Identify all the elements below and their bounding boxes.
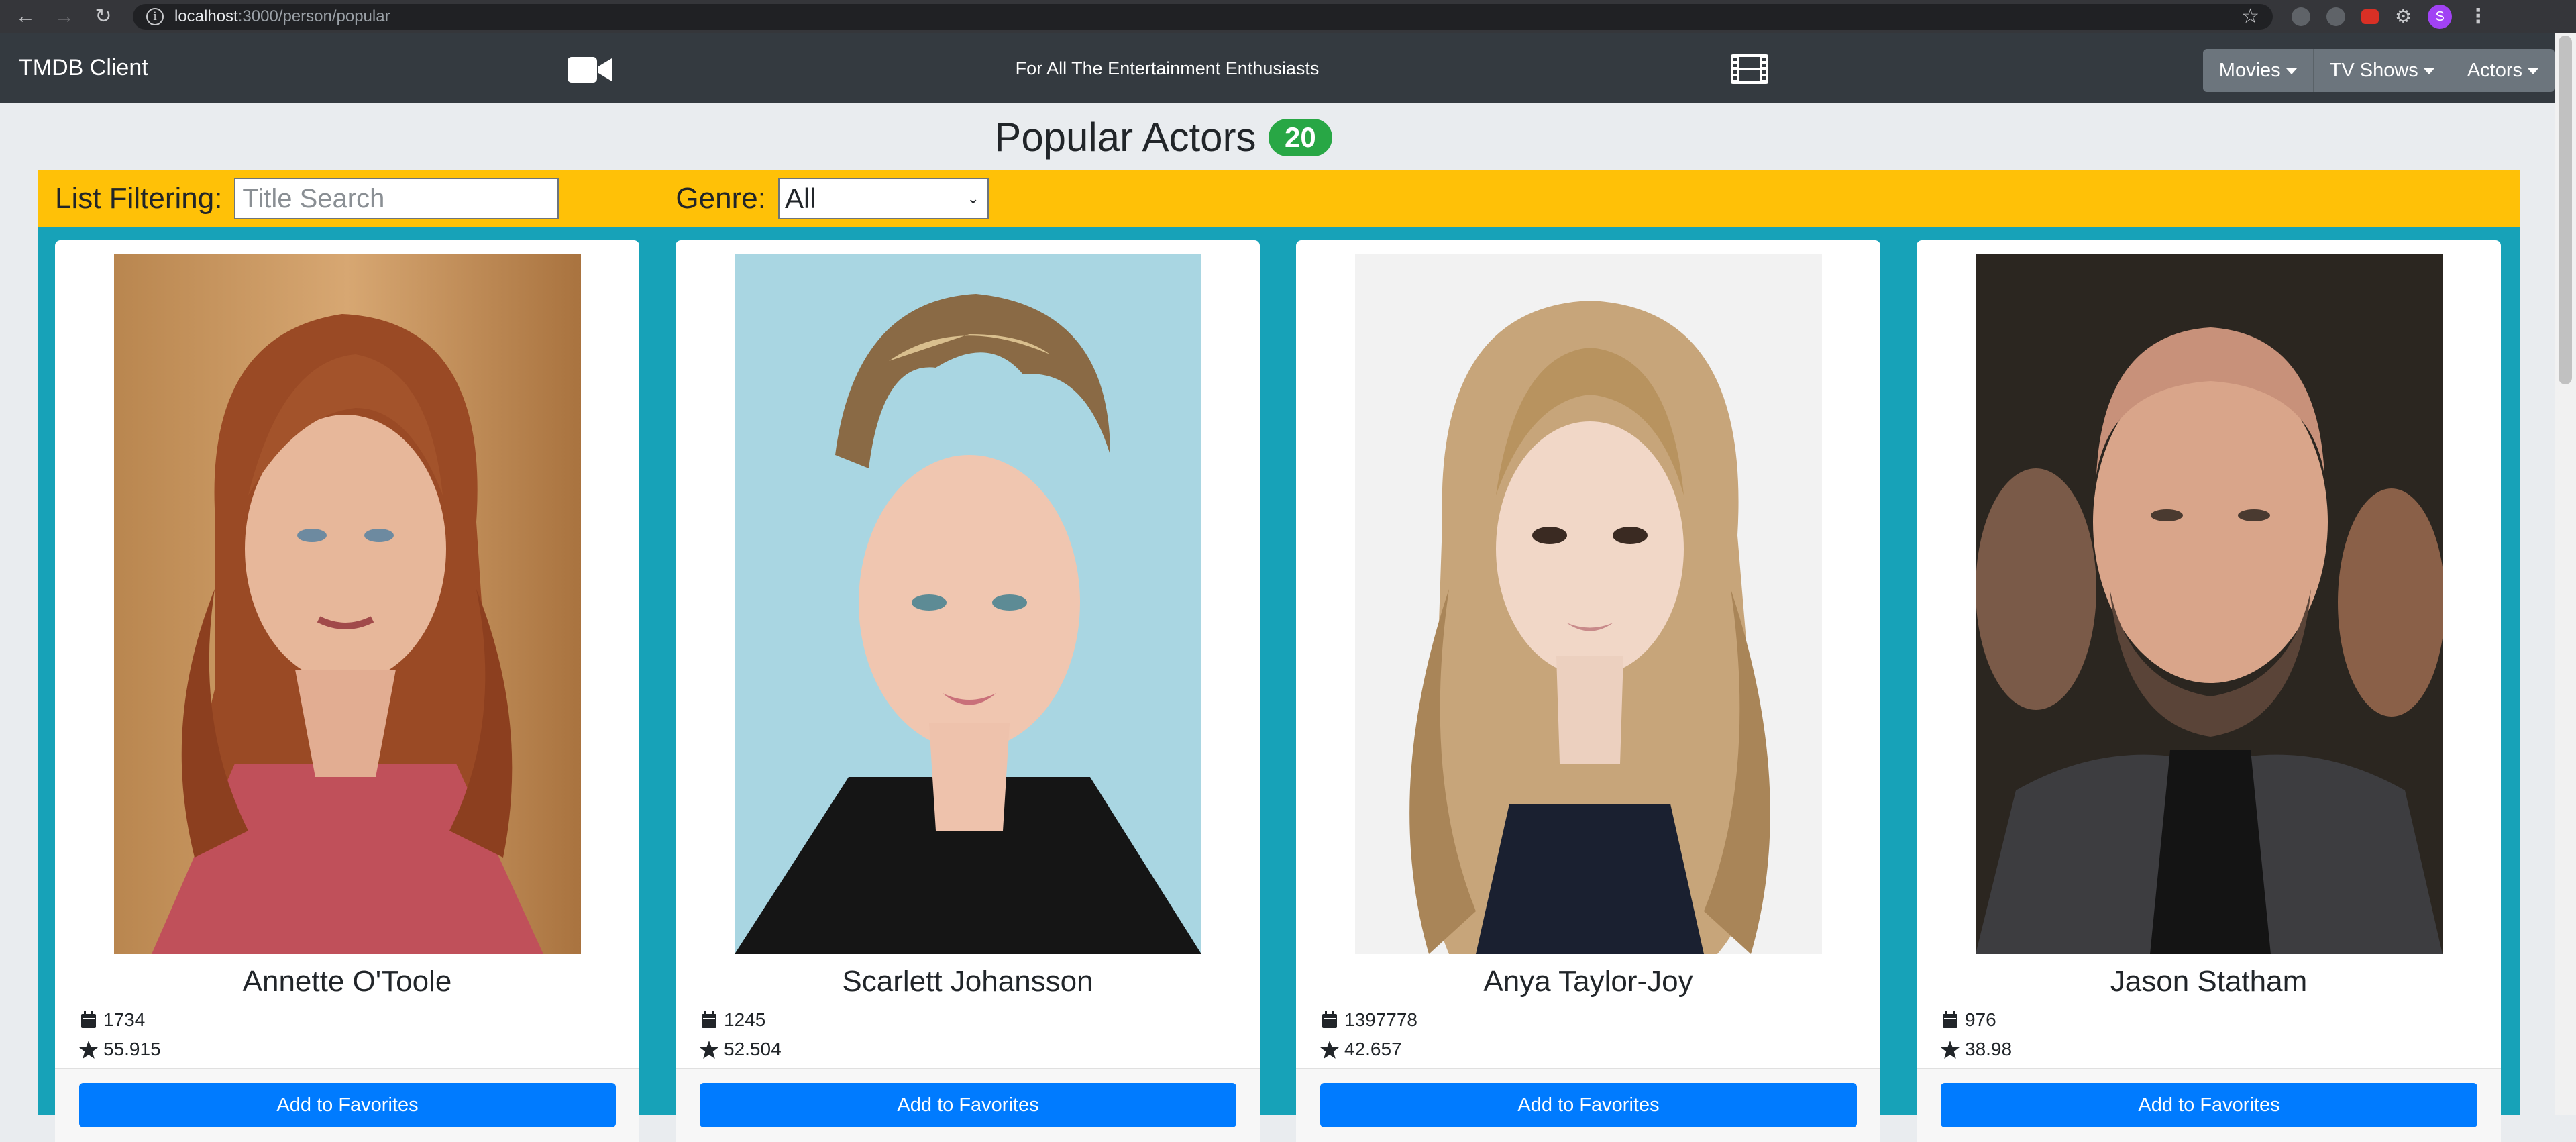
genre-select[interactable]: All ⌄ — [777, 178, 989, 219]
actor-card: Anya Taylor-Joy 1397778 42.657 Add to Fa… — [1296, 240, 1880, 1142]
actor-popularity: 55.915 — [79, 1039, 161, 1060]
address-bar[interactable]: i localhost:3000/person/popular ☆ — [133, 3, 2273, 30]
calendar-icon — [79, 1011, 98, 1029]
actor-card: Annette O'Toole 1734 55.915 Add to Favor… — [55, 240, 639, 1142]
page-heading: Popular Actors 20 — [0, 114, 2555, 160]
actor-photo[interactable] — [114, 254, 581, 954]
caret-down-icon — [2286, 68, 2297, 74]
movies-dropdown[interactable]: Movies — [2202, 49, 2314, 92]
title-search-input[interactable] — [234, 178, 559, 219]
caret-down-icon — [2528, 68, 2538, 74]
extension-icon[interactable] — [2292, 7, 2310, 26]
tagline: For All The Entertainment Enthusiasts — [1015, 58, 1320, 79]
page-title: Popular Actors — [994, 115, 1256, 160]
app-navbar: TMDB Client For All The Entertainment En… — [0, 33, 2555, 103]
add-to-favorites-button[interactable]: Add to Favorites — [700, 1083, 1236, 1127]
actor-id: 976 — [1941, 1009, 1996, 1031]
add-to-favorites-button[interactable]: Add to Favorites — [1941, 1083, 2477, 1127]
filter-bar: List Filtering: Genre: All ⌄ — [38, 170, 2520, 227]
star-icon — [700, 1040, 718, 1059]
star-icon — [79, 1040, 98, 1059]
page-scrollbar[interactable] — [2555, 33, 2576, 1115]
film-icon — [1731, 54, 1768, 87]
actor-photo[interactable] — [735, 254, 1201, 954]
back-arrow-icon[interactable]: ← — [13, 5, 38, 29]
profile-avatar[interactable]: S — [2428, 4, 2453, 29]
actor-photo[interactable] — [1355, 254, 1822, 954]
filter-label: List Filtering: — [55, 182, 223, 215]
genre-label: Genre: — [676, 182, 766, 215]
count-badge: 20 — [1268, 118, 1332, 156]
actor-id: 1734 — [79, 1009, 145, 1031]
calendar-icon — [1941, 1011, 1960, 1029]
actor-name: Scarlett Johansson — [842, 965, 1093, 998]
tv-shows-dropdown[interactable]: TV Shows — [2313, 49, 2451, 92]
reload-icon[interactable]: ↻ — [91, 5, 115, 29]
actor-name: Annette O'Toole — [242, 965, 452, 998]
browser-menu-icon[interactable]: ⋮ — [2468, 5, 2488, 28]
extension-icon[interactable] — [2326, 7, 2345, 26]
browser-toolbar: ← → ↻ i localhost:3000/person/popular ☆ … — [0, 0, 2576, 33]
actor-name: Jason Statham — [2110, 965, 2308, 998]
actor-card: Jason Statham 976 38.98 Add to Favorites — [1917, 240, 2501, 1142]
actor-id: 1397778 — [1320, 1009, 1417, 1031]
extension-icon[interactable] — [2361, 9, 2379, 24]
add-to-favorites-button[interactable]: Add to Favorites — [79, 1083, 616, 1127]
extensions-puzzle-icon[interactable]: ⚙ — [2395, 5, 2412, 28]
actor-popularity: 52.504 — [700, 1039, 782, 1060]
actor-id: 1245 — [700, 1009, 765, 1031]
actor-popularity: 42.657 — [1320, 1039, 1402, 1060]
actor-name: Anya Taylor-Joy — [1483, 965, 1693, 998]
caret-down-icon — [2423, 68, 2434, 74]
calendar-icon — [1320, 1011, 1339, 1029]
actors-dropdown[interactable]: Actors — [2451, 49, 2555, 92]
star-icon — [1941, 1040, 1960, 1059]
site-info-icon[interactable]: i — [146, 7, 164, 25]
add-to-favorites-button[interactable]: Add to Favorites — [1320, 1083, 1857, 1127]
bookmark-star-icon[interactable]: ☆ — [2241, 5, 2259, 28]
url-text: localhost:3000/person/popular — [174, 7, 390, 25]
calendar-icon — [700, 1011, 718, 1029]
actor-popularity: 38.98 — [1941, 1039, 2012, 1060]
forward-arrow-icon[interactable]: → — [52, 5, 76, 29]
scrollbar-thumb[interactable] — [2559, 36, 2572, 384]
actor-grid: Annette O'Toole 1734 55.915 Add to Favor… — [38, 227, 2520, 1142]
chevron-down-icon: ⌄ — [967, 190, 979, 207]
actor-photo[interactable] — [1976, 254, 2443, 954]
actor-card: Scarlett Johansson 1245 52.504 Add to Fa… — [676, 240, 1260, 1142]
star-icon — [1320, 1040, 1339, 1059]
